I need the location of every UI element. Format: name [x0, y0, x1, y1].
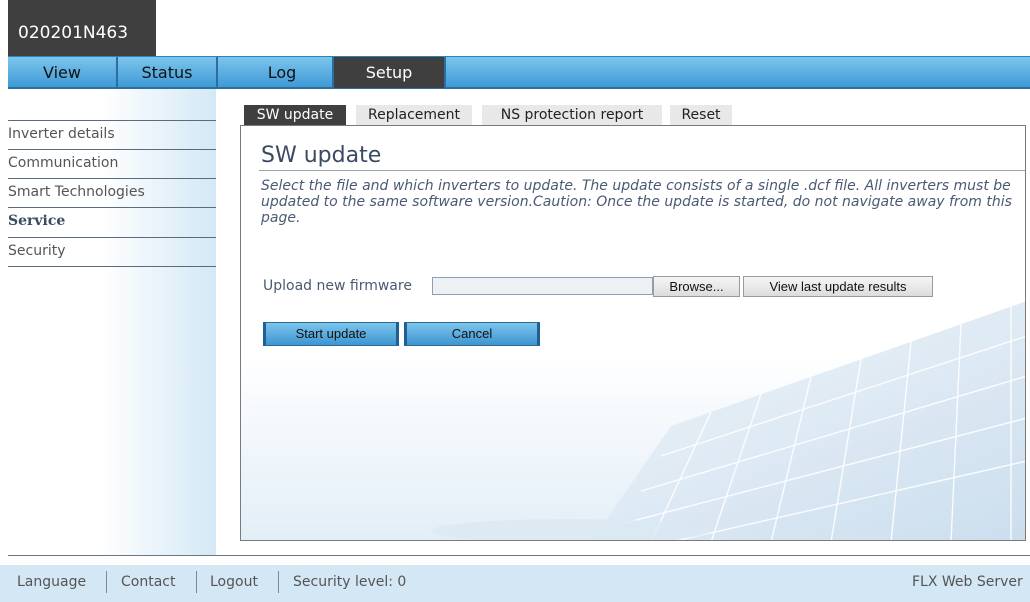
- sidebar: Inverter details Communication Smart Tec…: [8, 89, 216, 555]
- sidebar-divider: [8, 266, 216, 267]
- sidebar-item-smart-technologies[interactable]: Smart Technologies: [8, 178, 216, 206]
- footer-divider: [8, 555, 1030, 556]
- update-instructions: Select the file and which inverters to u…: [261, 178, 1012, 226]
- device-id-tab: 020201N463: [8, 0, 156, 56]
- page-title: SW update: [261, 143, 382, 168]
- footer-separator: [196, 571, 197, 593]
- nav-divider: [444, 57, 446, 88]
- sidebar-item-security[interactable]: Security: [8, 237, 216, 265]
- firmware-file-input[interactable]: [432, 277, 653, 295]
- footer-language-link[interactable]: Language: [17, 574, 86, 590]
- nav-log[interactable]: Log: [232, 57, 332, 88]
- title-divider: [259, 170, 1025, 171]
- sidebar-item-communication[interactable]: Communication: [8, 149, 216, 177]
- main-nav: View Status Log Setup: [8, 56, 1030, 89]
- browse-button[interactable]: Browse...: [653, 276, 740, 297]
- nav-divider: [216, 57, 218, 88]
- tab-sw-update[interactable]: SW update: [244, 105, 346, 125]
- footer-logout-link[interactable]: Logout: [210, 574, 258, 590]
- footer: Language Contact Logout Security level: …: [0, 565, 1030, 602]
- cancel-button[interactable]: Cancel: [404, 322, 540, 346]
- sw-update-panel: SW update Select the file and which inve…: [240, 125, 1026, 541]
- footer-separator: [278, 571, 279, 593]
- tab-ns-protection-report[interactable]: NS protection report: [482, 105, 662, 125]
- sidebar-item-inverter-details[interactable]: Inverter details: [8, 120, 216, 148]
- view-last-update-results-button[interactable]: View last update results: [743, 276, 933, 297]
- nav-setup[interactable]: Setup: [334, 57, 444, 88]
- nav-view[interactable]: View: [8, 57, 116, 88]
- tab-reset[interactable]: Reset: [670, 105, 732, 125]
- tab-replacement[interactable]: Replacement: [356, 105, 472, 125]
- upload-firmware-label: Upload new firmware: [263, 278, 412, 294]
- footer-contact-link[interactable]: Contact: [121, 574, 175, 590]
- sidebar-item-service[interactable]: Service: [8, 207, 216, 235]
- nav-status[interactable]: Status: [118, 57, 216, 88]
- device-id: 020201N463: [18, 23, 129, 43]
- server-name-label: FLX Web Server: [912, 574, 1023, 590]
- footer-separator: [106, 571, 107, 593]
- security-level-status: Security level: 0: [293, 574, 407, 590]
- start-update-button[interactable]: Start update: [263, 322, 399, 346]
